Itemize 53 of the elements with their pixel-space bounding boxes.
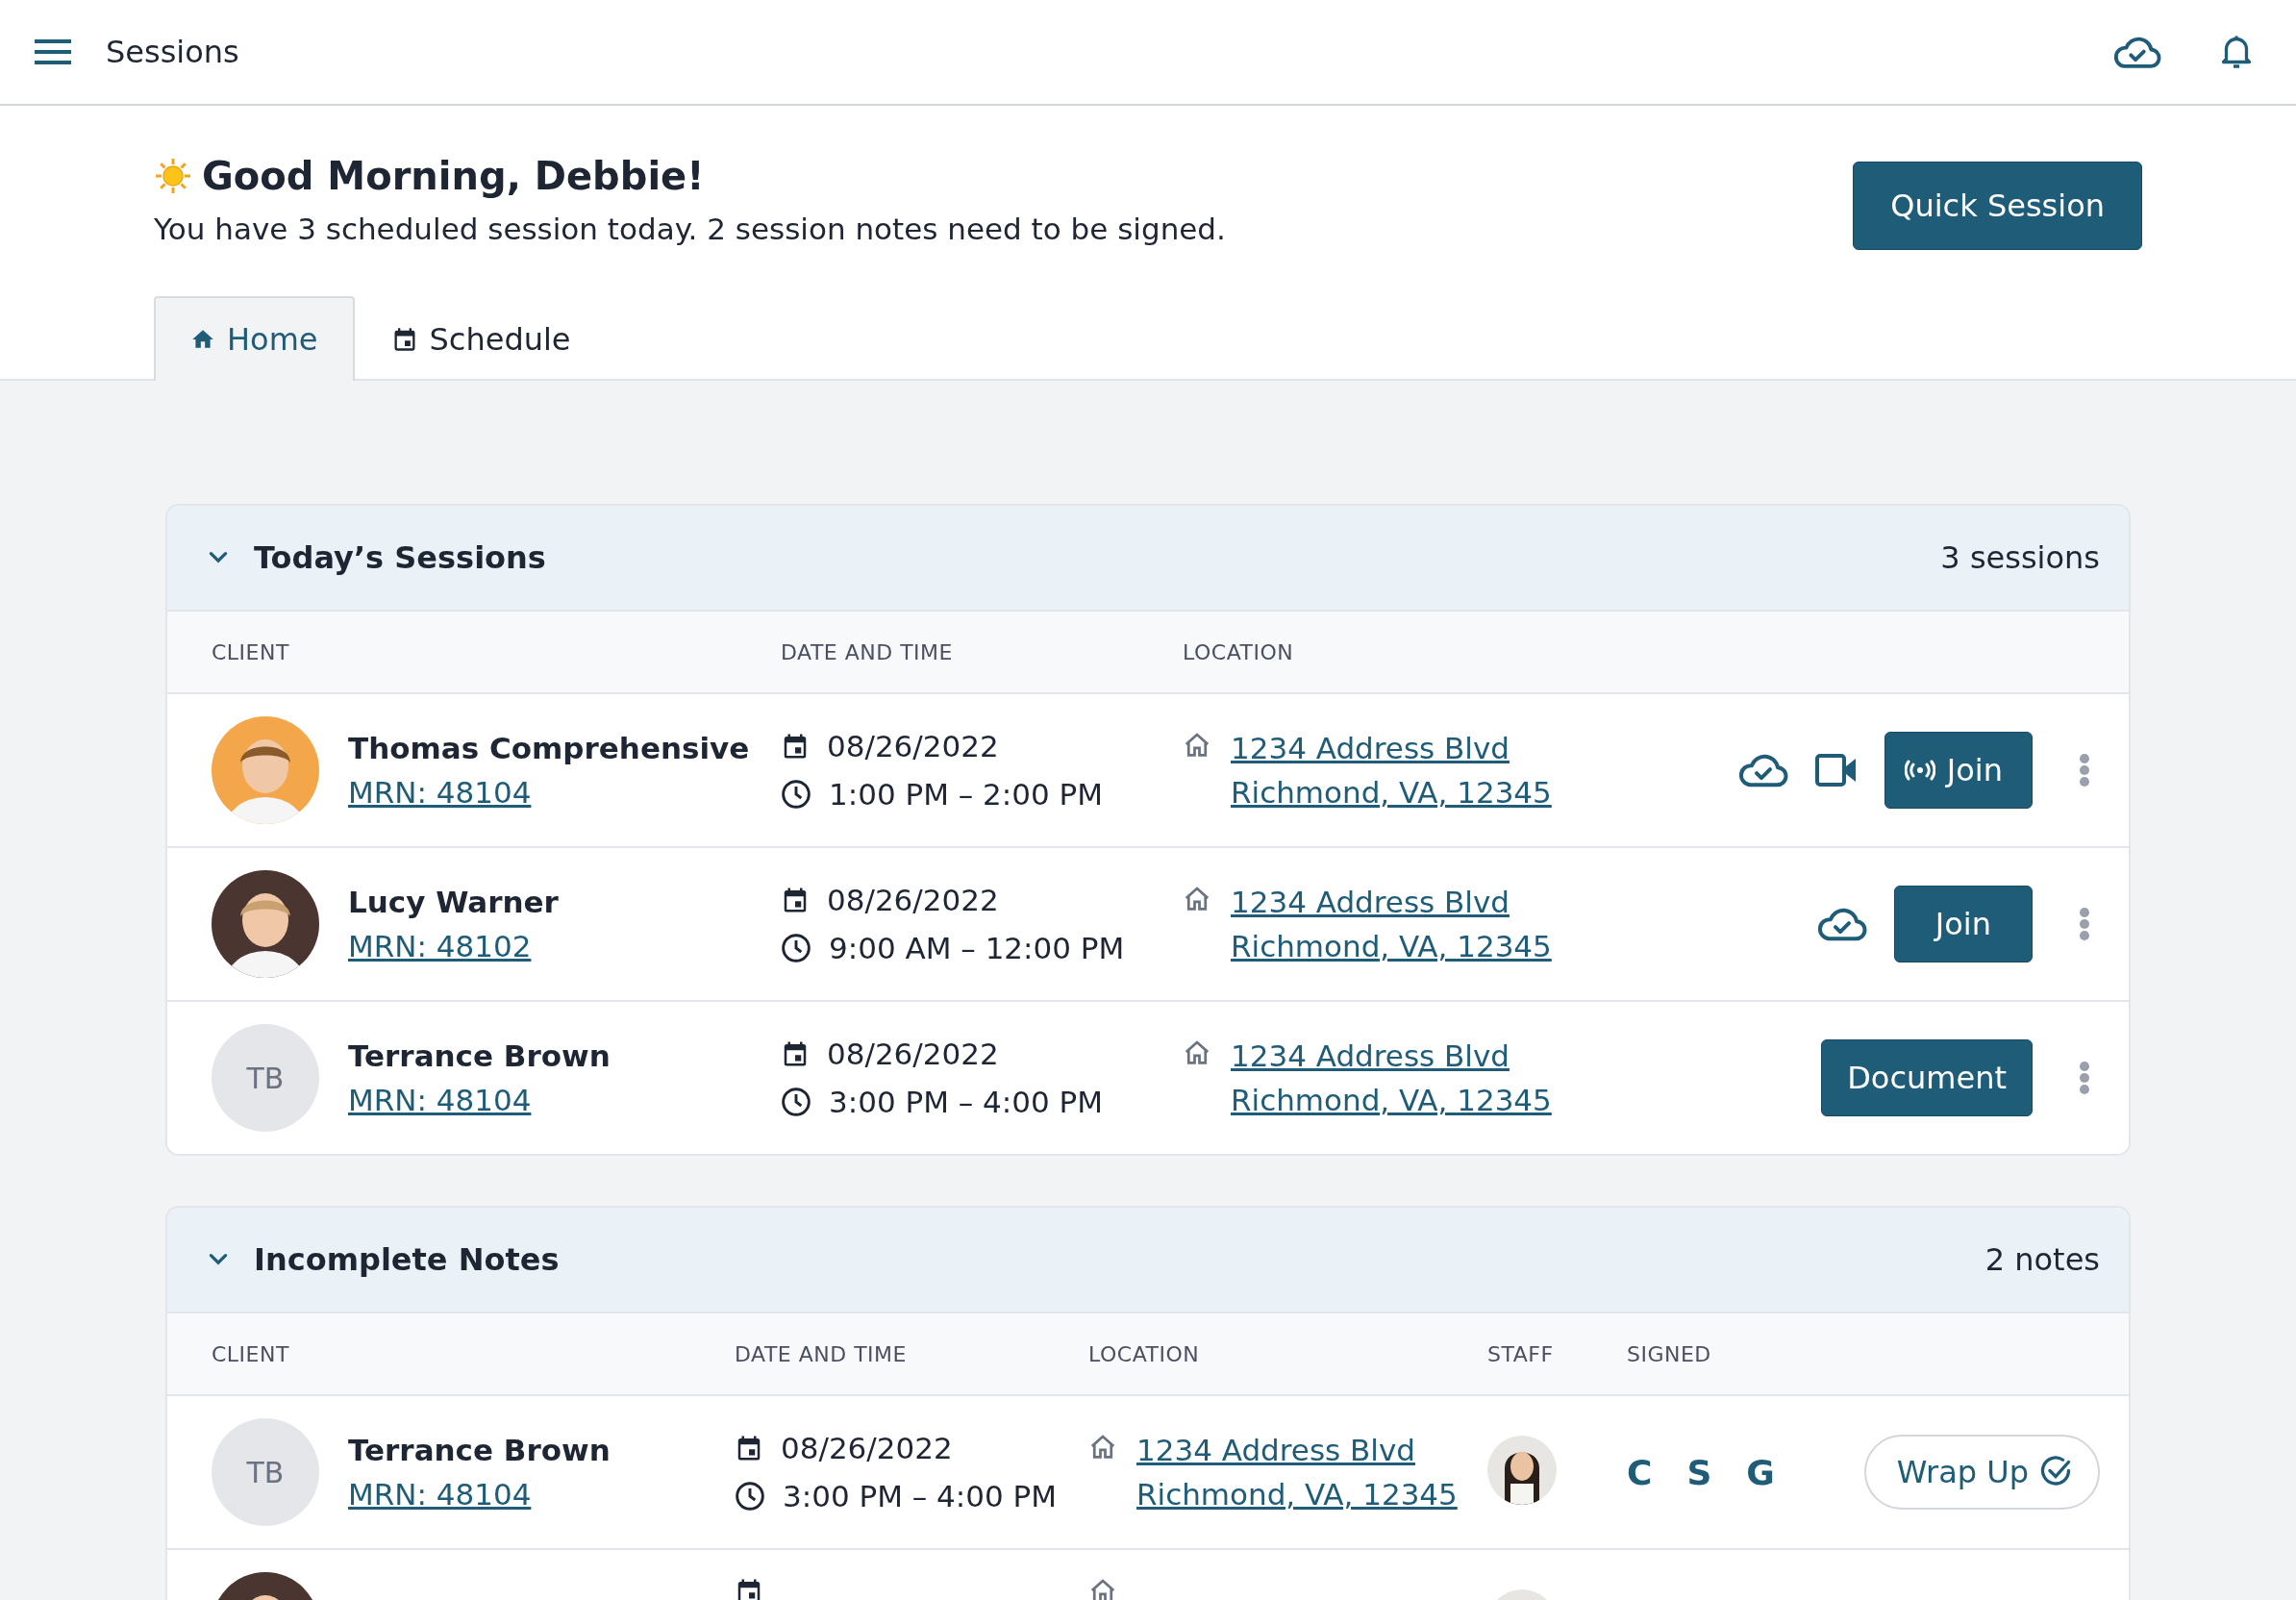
avatar-initials: TB: [212, 1024, 319, 1132]
mrn-link[interactable]: MRN: 48104: [348, 1477, 611, 1512]
section-title: Incomplete Notes: [254, 1241, 561, 1278]
mrn-link[interactable]: MRN: 48104: [348, 775, 750, 810]
session-time: 9:00 AM – 12:00 PM: [829, 931, 1125, 965]
column-header: STAFF: [1487, 1341, 1555, 1366]
address-link[interactable]: 1234 Address Blvd: [1231, 1038, 1552, 1073]
session-date: 08/26/2022: [781, 1431, 953, 1465]
signer-initial: G: [1746, 1452, 1775, 1492]
tab[interactable]: Home: [154, 296, 355, 381]
column-header: LOCATION: [1183, 639, 1295, 664]
client-name: Terrance Brown: [348, 1038, 611, 1073]
notes-header[interactable]: Incomplete Notes 2 notes: [167, 1208, 2129, 1312]
document-button[interactable]: Document: [1821, 1039, 2033, 1116]
join-button[interactable]: Join: [1884, 732, 2033, 809]
column-header: LOCATION: [1088, 1341, 1201, 1366]
tab[interactable]: Schedule: [354, 296, 608, 381]
greeting-title: Good Morning, Debbie!: [202, 154, 705, 198]
session-count: 3 sessions: [1940, 539, 2100, 576]
address-link[interactable]: Richmond, VA, 12345: [1231, 929, 1552, 963]
address-link[interactable]: 1234 Address Blvd: [1231, 731, 1552, 765]
client-name: Lucy Warner: [348, 885, 559, 919]
session-time: 1:00 PM – 2:00 PM: [829, 777, 1104, 812]
avatar-initials: TB: [212, 1418, 319, 1526]
address-link[interactable]: Richmond, VA, 12345: [1136, 1477, 1458, 1512]
join-button[interactable]: Join: [1893, 886, 2033, 962]
mrn-link[interactable]: MRN: 48104: [348, 1083, 611, 1117]
address-link[interactable]: Richmond, VA, 12345: [1231, 1083, 1552, 1117]
column-header: DATE AND TIME: [735, 1341, 908, 1366]
address-link[interactable]: 1234 Address Blvd: [1136, 1433, 1458, 1467]
client-name: Thomas Comprehensive: [348, 731, 750, 765]
column-header: CLIENT: [212, 639, 290, 664]
page-title: Sessions: [106, 34, 240, 70]
greeting-message: You have 3 scheduled session today. 2 session notes need to be signed.: [154, 212, 1226, 246]
signer-initial: C: [1627, 1452, 1653, 1492]
column-header: DATE AND TIME: [781, 639, 954, 664]
client-name: Terrance Brown: [348, 1433, 611, 1467]
column-header: SIGNED: [1627, 1341, 1712, 1366]
section-title: Today’s Sessions: [254, 539, 547, 576]
session-date: 08/26/2022: [827, 883, 999, 917]
column-header: CLIENT: [212, 1341, 290, 1366]
wrap-up-button[interactable]: Wrap Up: [1863, 1435, 2100, 1510]
mrn-link[interactable]: MRN: 48102: [348, 929, 559, 963]
notes-count: 2 notes: [1984, 1241, 2100, 1278]
quick-session-button[interactable]: Quick Session: [1853, 162, 2142, 250]
address-link[interactable]: Richmond, VA, 12345: [1231, 775, 1552, 810]
session-time: 3:00 PM – 4:00 PM: [829, 1085, 1104, 1119]
session-time: 3:00 PM – 4:00 PM: [783, 1479, 1058, 1513]
session-date: 08/26/2022: [827, 729, 999, 763]
address-link[interactable]: 1234 Address Blvd: [1231, 885, 1552, 919]
sessions-header[interactable]: Today’s Sessions 3 sessions: [167, 506, 2129, 610]
session-date: 08/26/2022: [827, 1037, 999, 1071]
signer-initial: S: [1686, 1452, 1712, 1492]
